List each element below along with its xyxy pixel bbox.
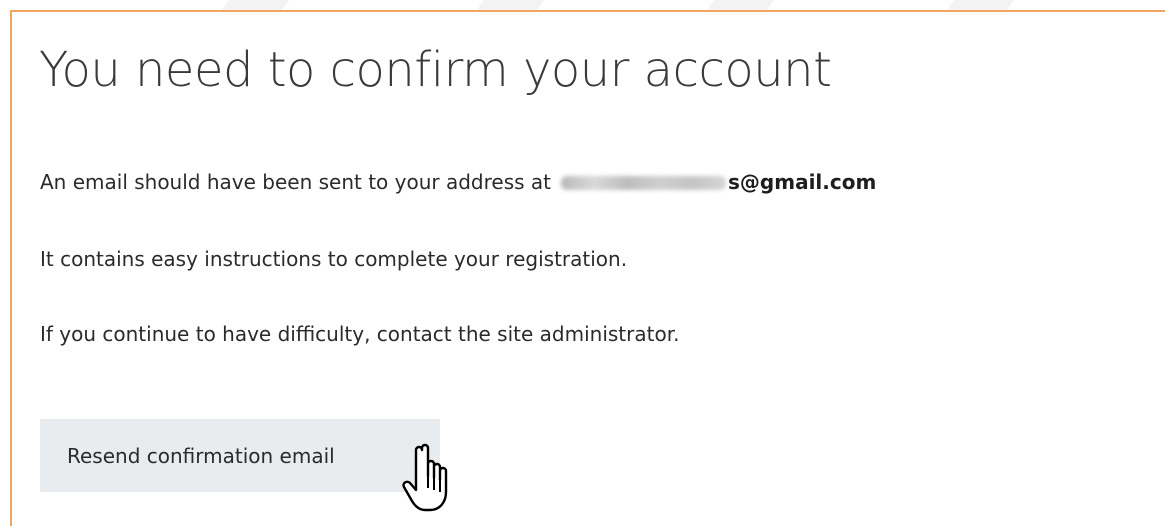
- instructions-message: It contains easy instructions to complet…: [40, 247, 628, 271]
- resend-confirmation-button[interactable]: Resend confirmation email: [40, 419, 440, 492]
- hand-pointer-icon: [402, 443, 448, 512]
- email-address-suffix: s@gmail.com: [728, 170, 877, 194]
- confirmation-panel: You need to confirm your account An emai…: [10, 10, 1165, 526]
- screenshot-frame: You need to confirm your account An emai…: [0, 0, 1165, 526]
- redacted-email-username: [561, 176, 727, 190]
- email-sent-message: An email should have been sent to your a…: [40, 170, 876, 194]
- help-message: If you continue to have difficulty, cont…: [40, 322, 680, 346]
- page-title: You need to confirm your account: [39, 42, 832, 98]
- email-line-prefix: An email should have been sent to your a…: [40, 170, 552, 194]
